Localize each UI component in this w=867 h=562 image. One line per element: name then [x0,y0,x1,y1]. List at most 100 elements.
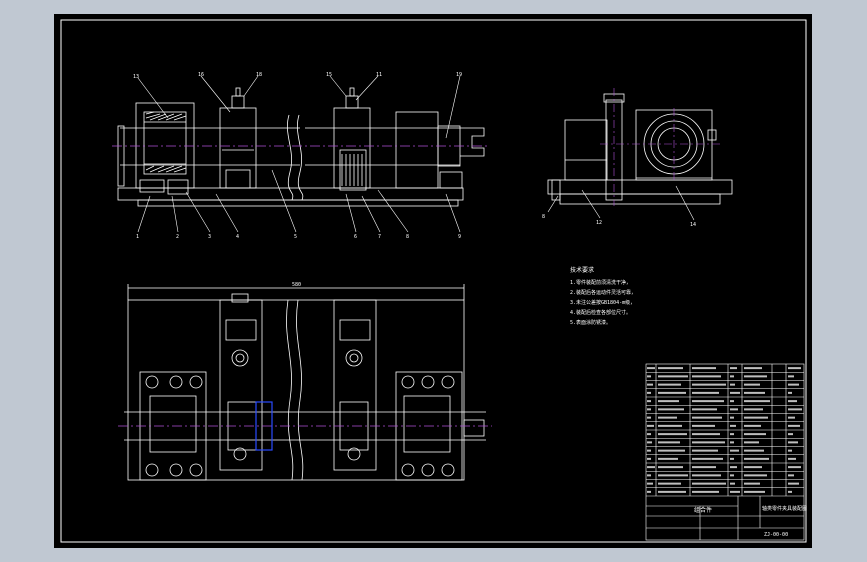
parts-entry-mark [730,424,736,427]
parts-entry-mark [730,441,734,444]
parts-entry-mark [788,416,795,419]
parts-entry-mark [788,466,801,469]
parts-entry-mark [744,383,760,386]
note-line: 3.未注公差按GB1804-m级， [570,299,635,306]
parts-entry-mark [692,433,720,436]
callout-label: 3 [208,234,211,240]
parts-entry-mark [730,482,735,485]
dimension-label: 580 [292,282,301,288]
note-line: 4.装配后检查各部位尺寸。 [570,309,631,316]
title-block-part-name: 组合件 [694,506,712,514]
parts-entry-mark [692,408,717,411]
parts-entry-mark [730,367,737,370]
parts-entry-mark [658,375,688,378]
parts-entry-mark [744,466,762,469]
note-line: 2.装配后各运动件灵活可靠， [570,289,636,296]
parts-entry-mark [730,391,740,394]
parts-entry-mark [647,416,651,419]
parts-entry-mark [744,490,765,493]
parts-entry-mark [658,466,683,469]
note-line: 1.零件装配前须清洗干净， [570,279,631,286]
parts-entry-mark [788,474,794,477]
parts-entry-mark [730,408,738,411]
parts-entry-mark [692,449,718,452]
parts-entry-mark [730,466,737,469]
parts-entry-mark [692,416,722,419]
parts-entry-mark [692,474,721,477]
callout-label: 9 [458,234,461,240]
parts-entry-mark [692,424,715,427]
parts-entry-mark [692,367,716,370]
parts-entry-mark [658,416,677,419]
callout-label: 19 [456,72,462,78]
parts-entry-mark [692,482,726,485]
parts-entry-mark [647,408,651,411]
title-block-drawing-number: ZJ-00-00 [764,532,788,538]
parts-entry-mark [647,482,653,485]
parts-entry-mark [788,400,797,403]
parts-entry-mark [744,474,767,477]
parts-entry-mark [692,457,723,460]
parts-entry-mark [788,375,794,378]
parts-entry-mark [730,400,734,403]
parts-entry-mark [658,441,680,444]
parts-entry-mark [647,383,653,386]
parts-entry-mark [647,490,651,493]
parts-entry-mark [692,391,719,394]
callout-label: 7 [378,234,381,240]
callout-label: 13 [133,74,139,80]
parts-entry-mark [658,490,686,493]
parts-entry-mark [692,375,721,378]
parts-entry-mark [788,482,799,485]
parts-entry-mark [744,433,766,436]
parts-entry-mark [730,449,739,452]
parts-entry-mark [744,416,768,419]
parts-entry-mark [658,391,686,394]
parts-entry-mark [692,490,719,493]
parts-entry-mark [647,457,651,460]
notes-title: 技术要求 [570,266,594,274]
parts-entry-mark [658,408,684,411]
parts-entry-mark [730,490,740,493]
parts-entry-mark [647,391,651,394]
callout-label: 11 [376,72,382,78]
parts-entry-mark [647,375,651,378]
callout-label: 2 [176,234,179,240]
callout-label: 8 [542,214,545,220]
parts-entry-mark [730,433,734,436]
parts-entry-mark [744,457,769,460]
parts-entry-mark [647,433,651,436]
parts-entry-mark [658,457,678,460]
callout-label: 14 [690,222,696,228]
parts-entry-mark [788,457,796,460]
parts-entry-mark [788,449,792,452]
parts-entry-mark [647,474,651,477]
parts-entry-mark [744,400,770,403]
parts-entry-mark [788,383,799,386]
drawing-canvas: 13 16 18 15 11 19 1 2 3 4 5 6 7 8 9 8 12… [54,14,812,548]
parts-entry-mark [730,474,734,477]
parts-entry-mark [692,383,726,386]
parts-entry-mark [647,441,652,444]
callout-label: 18 [256,72,262,78]
note-line: 5.表面涂防锈漆。 [570,319,611,326]
parts-entry-mark [658,383,681,386]
parts-entry-mark [692,400,724,403]
parts-entry-mark [744,375,767,378]
parts-entry-mark [692,466,716,469]
parts-entry-mark [744,482,760,485]
callout-label: 6 [354,234,357,240]
parts-entry-mark [647,367,655,370]
parts-entry-mark [744,441,759,444]
parts-entry-mark [744,367,762,370]
parts-entry-mark [788,441,798,444]
parts-entry-mark [658,367,683,370]
parts-entry-mark [730,375,734,378]
callout-label: 12 [596,220,602,226]
parts-entry-mark [658,400,679,403]
parts-entry-mark [647,449,651,452]
parts-entry-mark [788,408,802,411]
parts-entry-mark [647,400,651,403]
parts-entry-mark [744,391,765,394]
parts-entry-mark [788,490,792,493]
